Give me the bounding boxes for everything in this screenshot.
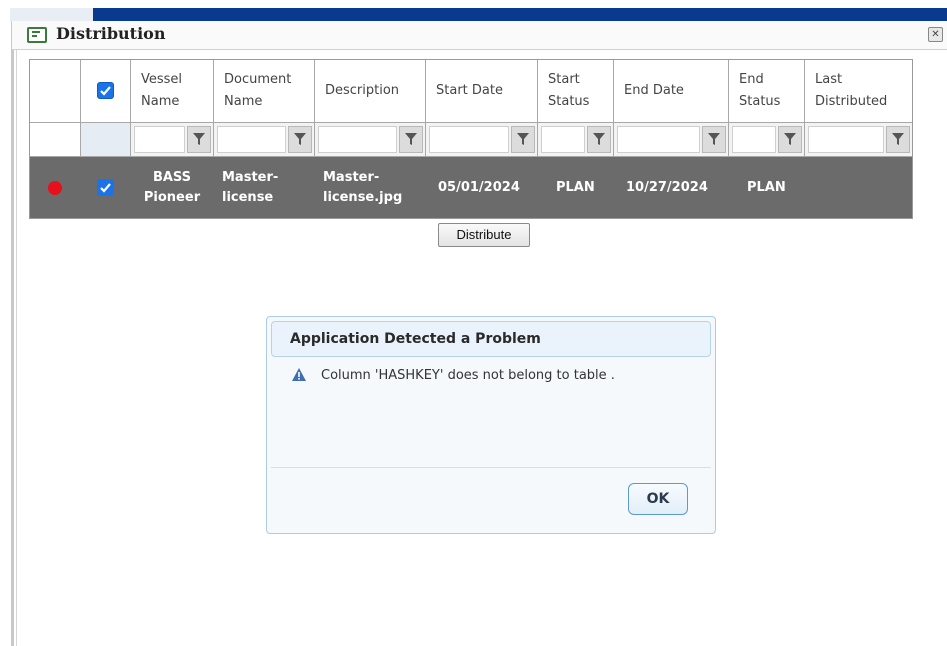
row-status-cell: [30, 157, 81, 218]
left-inner-border: [16, 48, 17, 646]
filter-icon[interactable]: [288, 126, 312, 153]
cell-description: Master- license.jpg: [315, 157, 426, 218]
header-vessel-name[interactable]: Vessel Name: [131, 60, 214, 123]
table-row[interactable]: BASS Pioneer Master- license Master- lic…: [30, 157, 912, 218]
filter-input[interactable]: [429, 126, 509, 153]
filter-icon[interactable]: [511, 126, 535, 153]
filter-input[interactable]: [318, 126, 397, 153]
filter-input[interactable]: [541, 126, 585, 153]
header-start-status[interactable]: Start Status: [538, 60, 614, 123]
window-tab: [10, 8, 93, 21]
filter-icon[interactable]: [187, 126, 211, 153]
filter-icon[interactable]: [886, 126, 910, 153]
filter-document-name: [214, 123, 315, 157]
grid-header-row: Vessel Name Document Name Description St…: [30, 60, 912, 123]
grid-filter-row: [30, 123, 912, 157]
header-start-date[interactable]: Start Date: [426, 60, 538, 123]
top-header-bar: [93, 8, 947, 21]
distribution-grid: Vessel Name Document Name Description St…: [29, 59, 913, 219]
row-checkbox[interactable]: [96, 178, 114, 196]
filter-input[interactable]: [732, 126, 776, 153]
filter-icon[interactable]: [399, 126, 423, 153]
filter-end-date: [614, 123, 729, 157]
filter-end-status: [729, 123, 805, 157]
filter-indicator: [30, 123, 81, 157]
filter-icon[interactable]: [587, 126, 611, 153]
dialog-separator: [271, 467, 711, 468]
header-indicator: [30, 60, 81, 123]
window-title: Distribution: [56, 24, 166, 43]
filter-input[interactable]: [134, 126, 185, 153]
cell-start-date: 05/01/2024: [426, 157, 538, 218]
filter-input[interactable]: [617, 126, 700, 153]
close-icon[interactable]: ✕: [928, 27, 943, 42]
distribute-button[interactable]: Distribute: [438, 223, 530, 247]
filter-last-distributed: [805, 123, 912, 157]
dialog-title-bar: Application Detected a Problem: [271, 321, 711, 357]
filter-description: [315, 123, 426, 157]
filter-input[interactable]: [808, 126, 884, 153]
header-document-name[interactable]: Document Name: [214, 60, 315, 123]
filter-select: [81, 123, 131, 157]
left-border: [11, 21, 14, 646]
header-last-distributed[interactable]: Last Distributed: [805, 60, 912, 123]
ok-button[interactable]: OK: [628, 483, 688, 515]
cell-end-date: 10/27/2024: [614, 157, 729, 218]
row-select-cell: [81, 157, 131, 218]
header-end-date[interactable]: End Date: [614, 60, 729, 123]
filter-icon[interactable]: [778, 126, 802, 153]
warning-icon: [292, 368, 306, 381]
header-end-status[interactable]: End Status: [729, 60, 805, 123]
cell-vessel-name: BASS Pioneer: [131, 157, 214, 218]
filter-start-date: [426, 123, 538, 157]
dialog-message-text: Column 'HASHKEY' does not belong to tabl…: [321, 368, 615, 383]
status-dot-icon: [48, 180, 62, 195]
dialog-title: Application Detected a Problem: [290, 331, 541, 347]
filter-icon[interactable]: [702, 126, 726, 153]
window-title-bar: Distribution ✕: [12, 21, 947, 50]
header-select-all: [81, 60, 131, 123]
window-icon: [27, 27, 47, 43]
cell-end-status: PLAN: [729, 157, 805, 218]
select-all-checkbox[interactable]: [96, 82, 114, 99]
filter-vessel-name: [131, 123, 214, 157]
cell-last-distributed: [805, 157, 912, 218]
filter-start-status: [538, 123, 614, 157]
filter-input[interactable]: [217, 126, 286, 153]
error-dialog: Application Detected a Problem Column 'H…: [266, 316, 716, 534]
header-description[interactable]: Description: [315, 60, 426, 123]
cell-start-status: PLAN: [538, 157, 614, 218]
cell-document-name: Master- license: [214, 157, 315, 218]
